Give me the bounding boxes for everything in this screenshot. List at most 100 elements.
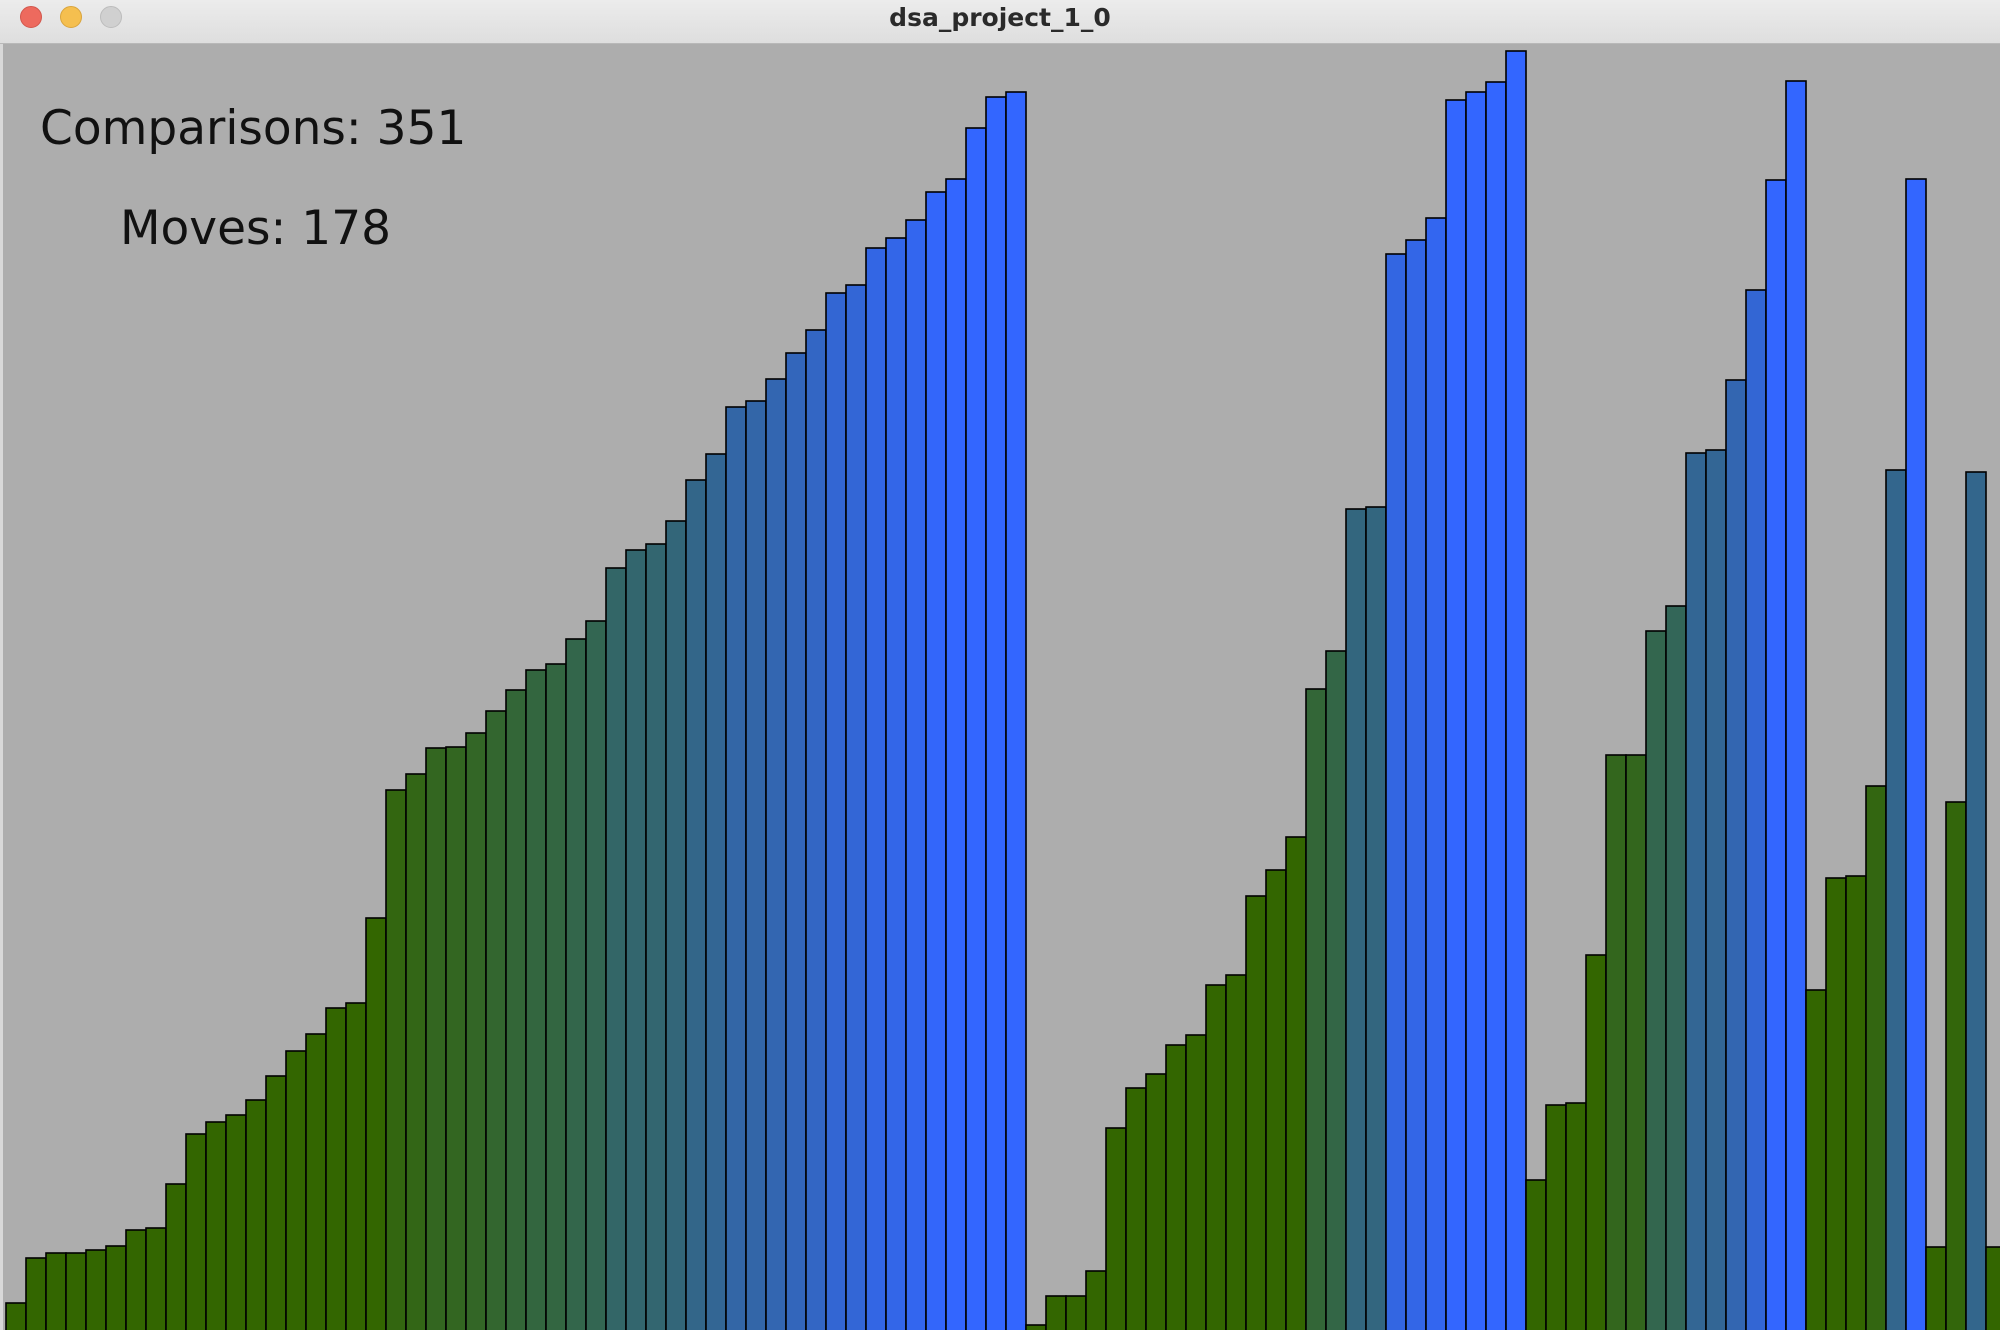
title-bar[interactable]: dsa_project_1_0 [0,0,2000,44]
array-bar [565,638,587,1330]
array-bar [1285,836,1307,1330]
array-bar [1145,1073,1167,1330]
array-bar [1545,1104,1567,1330]
array-bar [165,1183,187,1330]
array-bar [1445,99,1467,1330]
array-bar [865,247,887,1330]
array-bar [1405,239,1427,1330]
array-bar [985,96,1007,1330]
array-bar [625,549,647,1330]
array-bar [785,352,807,1330]
array-bar [1105,1127,1127,1330]
array-bar [1305,688,1327,1330]
array-bar [5,1302,27,1330]
array-bar [1945,801,1967,1330]
array-bar [1965,471,1987,1330]
array-bar [1345,508,1367,1330]
array-bar [1845,875,1867,1330]
array-bar [465,732,487,1330]
array-bar [245,1099,267,1330]
array-bar [1025,1324,1047,1330]
array-bar [1125,1087,1147,1330]
array-bar [1785,80,1807,1330]
array-bar [605,567,627,1330]
array-bar [1205,984,1227,1330]
array-bar [1245,895,1267,1330]
array-bar [665,520,687,1330]
array-bar [205,1121,227,1330]
array-bar [1825,877,1847,1330]
window-title: dsa_project_1_0 [889,3,1111,32]
array-bar [1665,605,1687,1330]
array-bar [225,1114,247,1330]
array-bar [645,543,667,1330]
array-bar [405,773,427,1330]
array-bar [1645,630,1667,1330]
array-bar [725,406,747,1330]
array-bar [965,127,987,1330]
array-bar [1465,91,1487,1330]
array-bar [265,1075,287,1330]
array-bar [1805,989,1827,1330]
array-bar [545,663,567,1330]
array-bar [1725,379,1747,1330]
array-bar [1905,178,1927,1330]
sort-visualization-canvas: Comparisons: 351 Moves: 178 [3,44,2000,1330]
array-bar [505,689,527,1330]
array-bar [1045,1295,1067,1330]
array-bar [1865,785,1887,1330]
array-bar [1005,91,1027,1330]
array-bar [65,1252,87,1330]
array-bar [1085,1270,1107,1330]
array-bar [1225,974,1247,1330]
array-bar [285,1050,307,1330]
array-bar [1885,469,1907,1330]
array-bar [145,1227,167,1330]
array-bar [1365,506,1387,1330]
array-bar [1985,1246,2000,1330]
array-bar [1565,1102,1587,1330]
array-bar [125,1229,147,1330]
array-bar [905,219,927,1330]
array-bar [945,178,967,1330]
array-bar [305,1033,327,1330]
array-bar [365,917,387,1330]
array-bar [685,479,707,1330]
array-bar [705,453,727,1330]
array-bar [1165,1044,1187,1330]
array-bar [325,1007,347,1330]
array-bar [1525,1179,1547,1330]
array-bar [585,620,607,1330]
array-bar [1485,81,1507,1330]
array-bar [425,747,447,1330]
array-bar [845,284,867,1330]
array-bar [1745,289,1767,1330]
array-bar [765,378,787,1330]
array-bar [105,1245,127,1330]
array-bar [1265,869,1287,1330]
array-bar [925,191,947,1330]
array-bar [1925,1246,1947,1330]
moves-counter: Moves: 178 [120,201,392,256]
array-bar [1685,452,1707,1330]
array-bar [25,1257,47,1330]
array-bar [805,329,827,1330]
array-bar [1425,217,1447,1330]
app-window: dsa_project_1_0 Comparisons: 351 Moves: … [0,0,2000,1330]
array-bar [1385,253,1407,1330]
array-bar [525,669,547,1330]
array-bar [1065,1295,1087,1330]
array-bar [185,1133,207,1330]
array-bar [1625,754,1647,1330]
array-bar [485,710,507,1330]
array-bar [885,237,907,1330]
array-bar [1325,650,1347,1330]
array-bar [1505,50,1527,1330]
array-bar [1185,1034,1207,1330]
array-bar [1765,179,1787,1330]
array-bar [345,1002,367,1330]
array-bar [1705,449,1727,1330]
array-bar [385,789,407,1330]
comparisons-counter: Comparisons: 351 [40,101,467,156]
array-bar [825,292,847,1330]
